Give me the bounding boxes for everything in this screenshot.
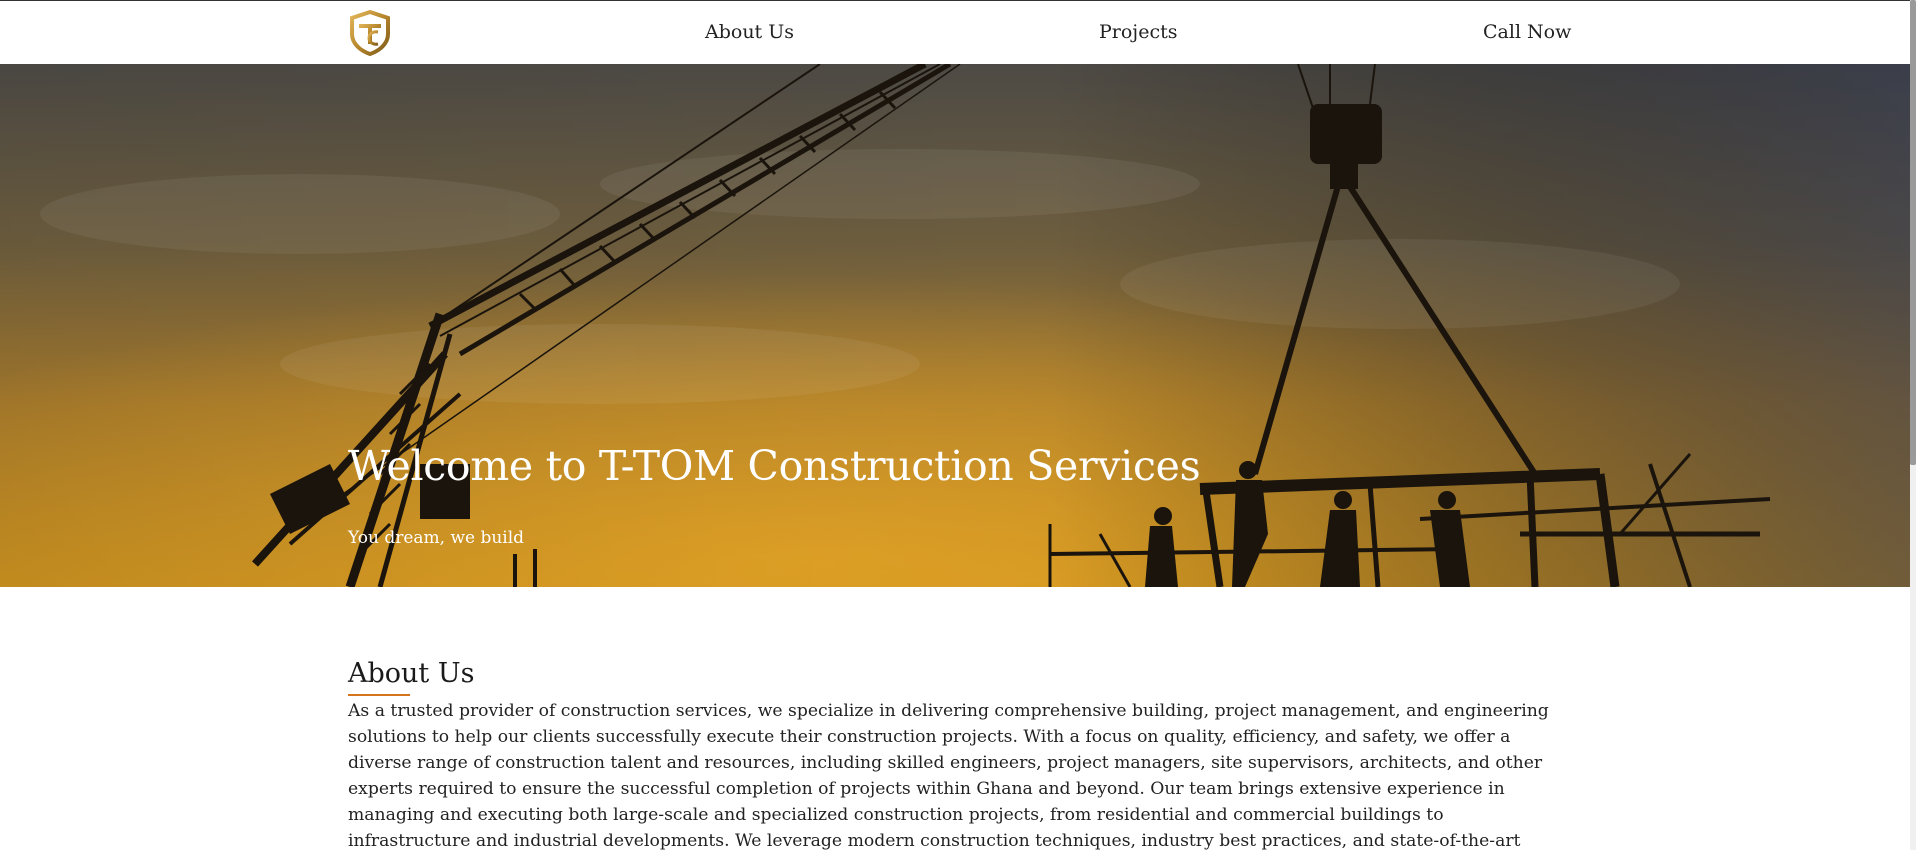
tc-shield-logo-icon[interactable] bbox=[348, 9, 392, 57]
hero-subtitle: You dream, we build bbox=[348, 528, 525, 548]
nav-link-about-us[interactable]: About Us bbox=[705, 21, 794, 43]
scrollbar-thumb[interactable] bbox=[1910, 0, 1916, 465]
nav-link-projects[interactable]: Projects bbox=[1099, 21, 1177, 43]
hero-banner: Welcome to T-TOM Construction Services Y… bbox=[0, 64, 1910, 587]
hero-title: Welcome to T-TOM Construction Services bbox=[348, 442, 1201, 490]
nav-link-call-now[interactable]: Call Now bbox=[1483, 21, 1571, 43]
construction-crane-sunset-image bbox=[0, 64, 1910, 587]
about-title-underline bbox=[348, 694, 410, 696]
about-title: About Us bbox=[348, 658, 475, 689]
page-scrollbar[interactable] bbox=[1910, 0, 1916, 850]
about-section: About Us As a trusted provider of constr… bbox=[348, 656, 1560, 850]
about-paragraph: As a trusted provider of construction se… bbox=[348, 701, 1549, 850]
top-navbar: About Us Projects Call Now bbox=[0, 0, 1916, 64]
